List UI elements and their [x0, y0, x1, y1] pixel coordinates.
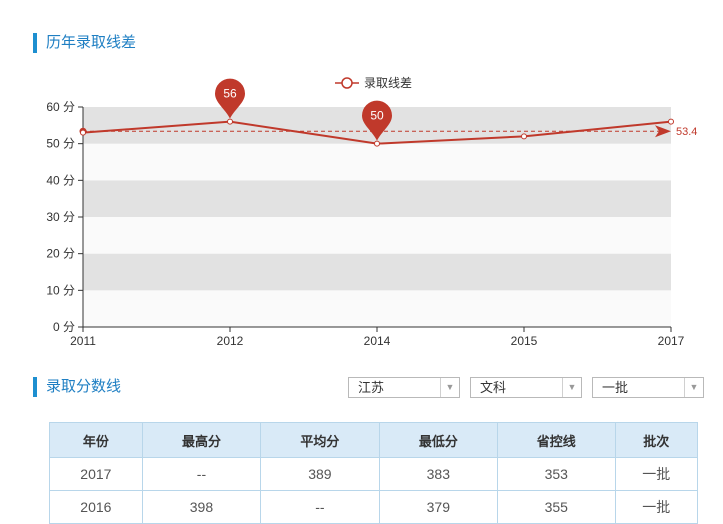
grid-band	[83, 253, 671, 291]
y-tick-label: 10 分	[46, 283, 75, 297]
x-tick-label: 2015	[511, 334, 538, 348]
cell-year: 2016	[49, 490, 143, 524]
cell-max: 398	[141, 490, 262, 524]
cell-control-line: 355	[497, 490, 616, 524]
grid-band	[83, 290, 671, 327]
min-value-pin-label: 50	[370, 109, 384, 123]
y-tick-label: 20 分	[46, 247, 75, 261]
column-header-year: 年份	[49, 422, 143, 458]
grid-band	[83, 217, 671, 254]
y-tick-label: 40 分	[46, 173, 75, 187]
column-header-batch: 批次	[614, 422, 699, 458]
data-point	[227, 118, 233, 125]
data-point	[374, 140, 380, 147]
table-row: 2017 -- 389 383 353 一批	[49, 457, 699, 491]
admission-diff-line-chart: 0 分 10 分 20 分 30 分 40 分 50 分 60 分 2011 2012 2014…	[46, 76, 697, 348]
section-title-admission-scores: 录取分数线	[33, 377, 121, 397]
cell-max: --	[141, 457, 262, 491]
section-title-admission-diff: 历年录取线差	[33, 33, 136, 53]
y-axis-ticks: 0 分 10 分 20 分 30 分 40 分 50 分 60 分	[46, 100, 83, 334]
chevron-down-icon: ▼	[684, 378, 703, 397]
grid-band	[83, 143, 671, 181]
data-point	[668, 118, 674, 125]
data-point	[80, 129, 86, 136]
max-value-pin-label: 56	[223, 87, 237, 101]
batch-select-value: 一批	[602, 380, 629, 395]
province-select[interactable]: 江苏 ▼	[348, 377, 460, 398]
subject-select-value: 文科	[480, 380, 507, 395]
y-tick-label: 0 分	[53, 320, 75, 334]
legend-marker	[341, 77, 353, 89]
admission-scores-table: 年份 最高分 平均分 最低分 省控线 批次 2017 -- 389 383 35…	[49, 422, 699, 524]
cell-min: 379	[378, 490, 499, 524]
table-header-row: 年份 最高分 平均分 最低分 省控线 批次	[49, 422, 699, 458]
y-tick-label: 30 分	[46, 210, 75, 224]
cell-batch: 一批	[614, 490, 699, 524]
average-line-label: 53.4	[676, 126, 697, 138]
column-header-avg: 平均分	[260, 422, 380, 458]
cell-year: 2017	[49, 457, 143, 491]
cell-avg: 389	[260, 457, 380, 491]
subject-select[interactable]: 文科 ▼	[470, 377, 582, 398]
column-header-min: 最低分	[378, 422, 499, 458]
y-tick-label: 60 分	[46, 100, 75, 114]
batch-select[interactable]: 一批 ▼	[592, 377, 704, 398]
x-tick-label: 2014	[364, 334, 391, 348]
grid-band	[83, 180, 671, 217]
chevron-down-icon: ▼	[562, 378, 581, 397]
cell-min: 383	[378, 457, 499, 491]
chevron-down-icon: ▼	[440, 378, 459, 397]
x-tick-label: 2011	[70, 334, 96, 348]
table-row: 2016 398 -- 379 355 一批	[49, 490, 699, 524]
cell-control-line: 353	[497, 457, 616, 491]
cell-batch: 一批	[614, 457, 699, 491]
column-header-max: 最高分	[141, 422, 262, 458]
x-tick-label: 2012	[217, 334, 244, 348]
legend-label: 录取线差	[364, 76, 412, 90]
x-tick-label: 2017	[658, 334, 685, 348]
column-header-control-line: 省控线	[497, 422, 616, 458]
cell-avg: --	[260, 490, 380, 524]
x-axis-ticks: 2011 2012 2014 2015 2017	[70, 327, 685, 348]
chart-legend: 录取线差	[335, 76, 412, 90]
province-select-value: 江苏	[358, 380, 385, 395]
y-tick-label: 50 分	[46, 137, 75, 151]
data-point	[521, 133, 527, 140]
